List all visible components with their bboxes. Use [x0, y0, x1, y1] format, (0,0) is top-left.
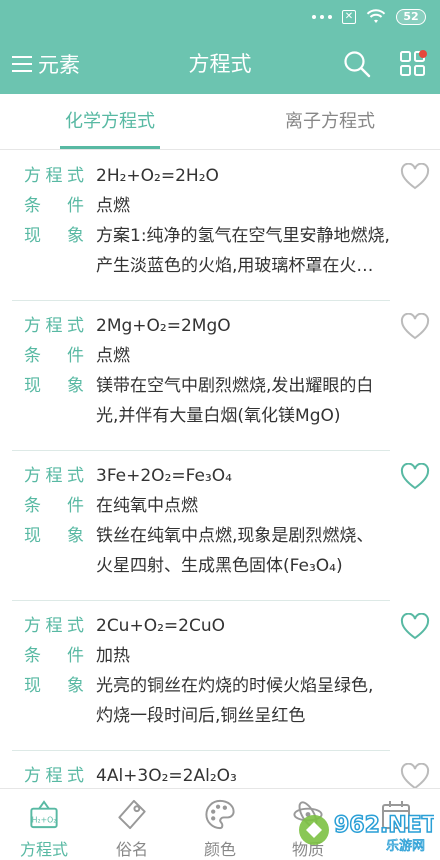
list-item[interactable]: 方程式 2Mg+O₂=2MgO 条件 点燃 现象 镁带在空气中剧烈燃烧,发出耀眼的白光… — [12, 301, 430, 451]
tab-ionic-equations[interactable]: 离子方程式 — [220, 94, 440, 149]
flask-icon: H₂+O₂ — [30, 800, 58, 829]
search-button[interactable] — [342, 49, 372, 79]
status-icons: ✕ 52 — [312, 8, 426, 26]
nav-label: 物质 — [291, 840, 324, 859]
phenomenon-value: 方案1:纯净的氢气在空气里安静地燃烧,产生淡蓝色的火焰,用玻璃杯罩在火焰上方 — [96, 226, 390, 276]
bottom-navigation: H₂+O₂ 方程式 俗名 颜色 物质 — [0, 788, 440, 860]
favorite-heart-icon[interactable] — [400, 763, 430, 788]
calendar-icon — [382, 801, 410, 829]
list-item[interactable]: 方程式 3Fe+2O₂=Fe₃O₄ 条件 在纯氧中点燃 现象 铁丝在纯氧中点燃,现象是… — [12, 451, 430, 601]
more-dots-icon — [312, 15, 332, 19]
condition-value: 在纯氧中点燃 — [96, 496, 198, 516]
equation-value: 3Fe+2O₂=Fe₃O₄ — [96, 466, 232, 486]
tag-icon — [118, 799, 146, 830]
elements-menu-button[interactable]: 元素 — [12, 34, 80, 94]
wifi-icon — [366, 9, 386, 23]
list-item[interactable]: 方程式 4Al+3O₂=2Al₂O₃ — [12, 751, 430, 788]
tab-chemical-equations[interactable]: 化学方程式 — [0, 94, 220, 149]
nav-label: 方程式 — [19, 840, 68, 859]
phenomenon-label: 现象 — [24, 676, 84, 696]
atom-icon — [293, 801, 323, 828]
list-item[interactable]: 方程式 2Cu+O₂=2CuO 条件 加热 现象 光亮的铜丝在灼烧的时候火焰呈绿色,灼… — [12, 601, 430, 751]
apps-button[interactable] — [398, 49, 428, 79]
condition-value: 点燃 — [96, 196, 130, 216]
nav-label: 俗名 — [115, 840, 148, 859]
nav-equations[interactable]: H₂+O₂ 方程式 — [0, 789, 88, 860]
nav-colors[interactable]: 颜色 — [176, 789, 264, 860]
favorite-heart-icon[interactable] — [400, 463, 430, 491]
phenomenon-value: 镁带在空气中剧烈燃烧,发出耀眼的白光,并伴有大量白烟(氧化镁MgO) — [96, 376, 374, 426]
equation-label: 方程式 — [24, 166, 84, 186]
palette-icon — [205, 799, 235, 830]
condition-label: 条件 — [24, 346, 84, 366]
equation-label: 方程式 — [24, 766, 84, 786]
condition-label: 条件 — [24, 496, 84, 516]
no-sim-icon: ✕ — [342, 10, 356, 24]
equation-tabs: 化学方程式 离子方程式 — [0, 94, 440, 150]
nav-substances[interactable]: 物质 — [264, 789, 352, 860]
equation-value: 2Cu+O₂=2CuO — [96, 616, 225, 636]
nav-common-names[interactable]: 俗名 — [88, 789, 176, 860]
condition-label: 条件 — [24, 196, 84, 216]
list-item[interactable]: 方程式 2H₂+O₂=2H₂O 条件 点燃 现象 方案1:纯净的氢气在空气里安静地燃烧… — [12, 151, 430, 301]
battery-indicator: 52 — [396, 9, 426, 25]
favorite-heart-icon[interactable] — [400, 163, 430, 191]
equation-list[interactable]: 方程式 2H₂+O₂=2H₂O 条件 点燃 现象 方案1:纯净的氢气在空气里安静地燃烧… — [0, 151, 440, 788]
nav-calendar[interactable] — [352, 789, 440, 860]
equation-label: 方程式 — [24, 316, 84, 336]
favorite-heart-icon[interactable] — [400, 313, 430, 341]
menu-icon — [12, 56, 32, 72]
condition-value: 点燃 — [96, 346, 130, 366]
svg-text:H₂+O₂: H₂+O₂ — [32, 815, 57, 824]
phenomenon-value: 光亮的铜丝在灼烧的时候火焰呈绿色,灼烧一段时间后,铜丝呈红色 — [96, 676, 374, 726]
status-bar: ✕ 52 — [0, 0, 440, 34]
app-bar: 元素 方程式 — [0, 34, 440, 94]
menu-label: 元素 — [38, 53, 80, 77]
condition-label: 条件 — [24, 646, 84, 666]
notification-dot — [419, 50, 427, 58]
equation-label: 方程式 — [24, 466, 84, 486]
condition-value: 加热 — [96, 646, 130, 666]
equation-label: 方程式 — [24, 616, 84, 636]
search-icon — [344, 51, 371, 78]
nav-label: 颜色 — [203, 840, 236, 859]
equation-value: 2Mg+O₂=2MgO — [96, 316, 231, 336]
phenomenon-label: 现象 — [24, 526, 84, 546]
equation-value: 2H₂+O₂=2H₂O — [96, 166, 219, 186]
phenomenon-label: 现象 — [24, 226, 84, 246]
phenomenon-label: 现象 — [24, 376, 84, 396]
equation-value: 4Al+3O₂=2Al₂O₃ — [96, 766, 237, 786]
favorite-heart-icon[interactable] — [400, 613, 430, 641]
phenomenon-value: 铁丝在纯氧中点燃,现象是剧烈燃烧、火星四射、生成黑色固体(Fe₃O₄) — [96, 526, 374, 576]
